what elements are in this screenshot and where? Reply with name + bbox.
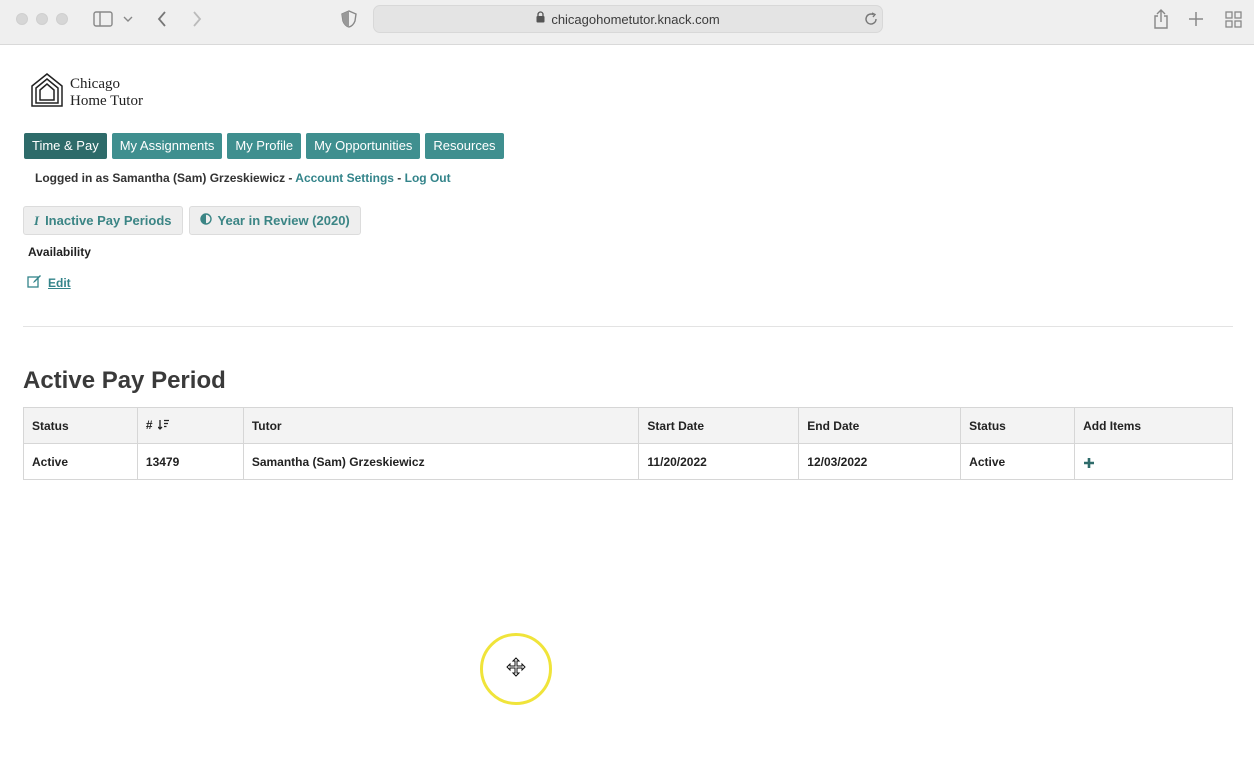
plus-icon[interactable] — [1083, 457, 1095, 472]
forward-icon[interactable] — [191, 10, 203, 28]
active-pay-period-title: Active Pay Period — [23, 367, 226, 394]
table-row: Active 13479 Samantha (Sam) Grzeskiewicz… — [23, 443, 1233, 480]
sort-descending-icon[interactable] — [157, 419, 170, 433]
chevron-down-icon[interactable] — [123, 15, 133, 23]
cursor-highlight — [480, 633, 552, 705]
close-window-button[interactable] — [16, 13, 28, 25]
lock-icon — [536, 10, 545, 28]
nav-my-opportunities[interactable]: My Opportunities — [306, 133, 421, 159]
privacy-shield-icon[interactable] — [341, 10, 357, 28]
cell-number: 13479 — [136, 443, 244, 480]
cell-end-date: 12/03/2022 — [798, 443, 962, 480]
log-out-link[interactable]: Log Out — [405, 171, 451, 185]
logged-in-text: Logged in as Samantha (Sam) Grzeskiewicz… — [35, 171, 296, 185]
nav-my-profile[interactable]: My Profile — [227, 133, 302, 159]
browser-toolbar: chicagohometutor.knack.com — [0, 0, 1254, 45]
main-nav: Time & Pay My Assignments My Profile My … — [24, 133, 504, 159]
column-header-end-date[interactable]: End Date — [798, 407, 962, 444]
edit-icon — [27, 274, 42, 291]
nav-resources[interactable]: Resources — [425, 133, 504, 159]
cell-start-date: 11/20/2022 — [638, 443, 800, 480]
separator: - — [393, 171, 405, 185]
reload-icon[interactable] — [864, 12, 878, 26]
tab-overview-icon[interactable] — [1225, 11, 1242, 28]
cell-status: Active — [23, 443, 138, 480]
minimize-window-button[interactable] — [36, 13, 48, 25]
column-header-start-date[interactable]: Start Date — [638, 407, 800, 444]
availability-label: Availability — [28, 245, 91, 259]
cell-status-2: Active — [960, 443, 1076, 480]
session-info: Logged in as Samantha (Sam) Grzeskiewicz… — [35, 171, 451, 185]
column-header-status[interactable]: Status — [23, 407, 138, 444]
half-circle-icon — [199, 207, 212, 234]
nav-my-assignments[interactable]: My Assignments — [111, 133, 223, 159]
share-icon[interactable] — [1152, 9, 1170, 29]
house-logo-icon — [30, 72, 64, 113]
table-header-row: Status # Tutor Start Date End Date Statu… — [23, 407, 1233, 444]
active-pay-period-table: Status # Tutor Start Date End Date Statu… — [23, 407, 1233, 480]
move-cursor-icon — [506, 656, 526, 682]
action-buttons: I Inactive Pay Periods Year in Review (2… — [23, 206, 361, 235]
address-bar[interactable]: chicagohometutor.knack.com — [373, 5, 883, 33]
year-in-review-label: Year in Review (2020) — [217, 213, 350, 228]
cell-add-items — [1074, 443, 1233, 480]
year-in-review-button[interactable]: Year in Review (2020) — [188, 206, 361, 235]
zoom-window-button[interactable] — [56, 13, 68, 25]
app-root: chicagohometutor.knack.com Chicago Home … — [0, 0, 1254, 778]
back-icon[interactable] — [156, 10, 168, 28]
column-header-status-2[interactable]: Status — [960, 407, 1076, 444]
inactive-pay-periods-label: Inactive Pay Periods — [45, 213, 172, 228]
cell-tutor: Samantha (Sam) Grzeskiewicz — [242, 443, 640, 480]
sidebar-icon[interactable] — [93, 11, 113, 27]
logo-line-1: Chicago — [70, 75, 120, 92]
edit-availability-link[interactable]: Edit — [27, 274, 71, 291]
edit-label: Edit — [48, 275, 71, 290]
url-text: chicagohometutor.knack.com — [551, 11, 720, 27]
site-logo[interactable]: Chicago Home Tutor — [30, 72, 143, 113]
italic-i-icon: I — [34, 213, 40, 228]
new-tab-icon[interactable] — [1188, 11, 1204, 27]
column-header-add-items: Add Items — [1074, 407, 1233, 444]
inactive-pay-periods-button[interactable]: I Inactive Pay Periods — [23, 206, 183, 235]
logo-text: Chicago Home Tutor — [70, 76, 143, 110]
nav-time-and-pay[interactable]: Time & Pay — [24, 133, 107, 159]
logo-line-2: Home Tutor — [70, 92, 143, 109]
column-header-tutor[interactable]: Tutor — [242, 407, 640, 444]
column-header-number[interactable]: # — [136, 407, 244, 444]
account-settings-link[interactable]: Account Settings — [295, 171, 394, 185]
section-divider — [23, 326, 1233, 327]
